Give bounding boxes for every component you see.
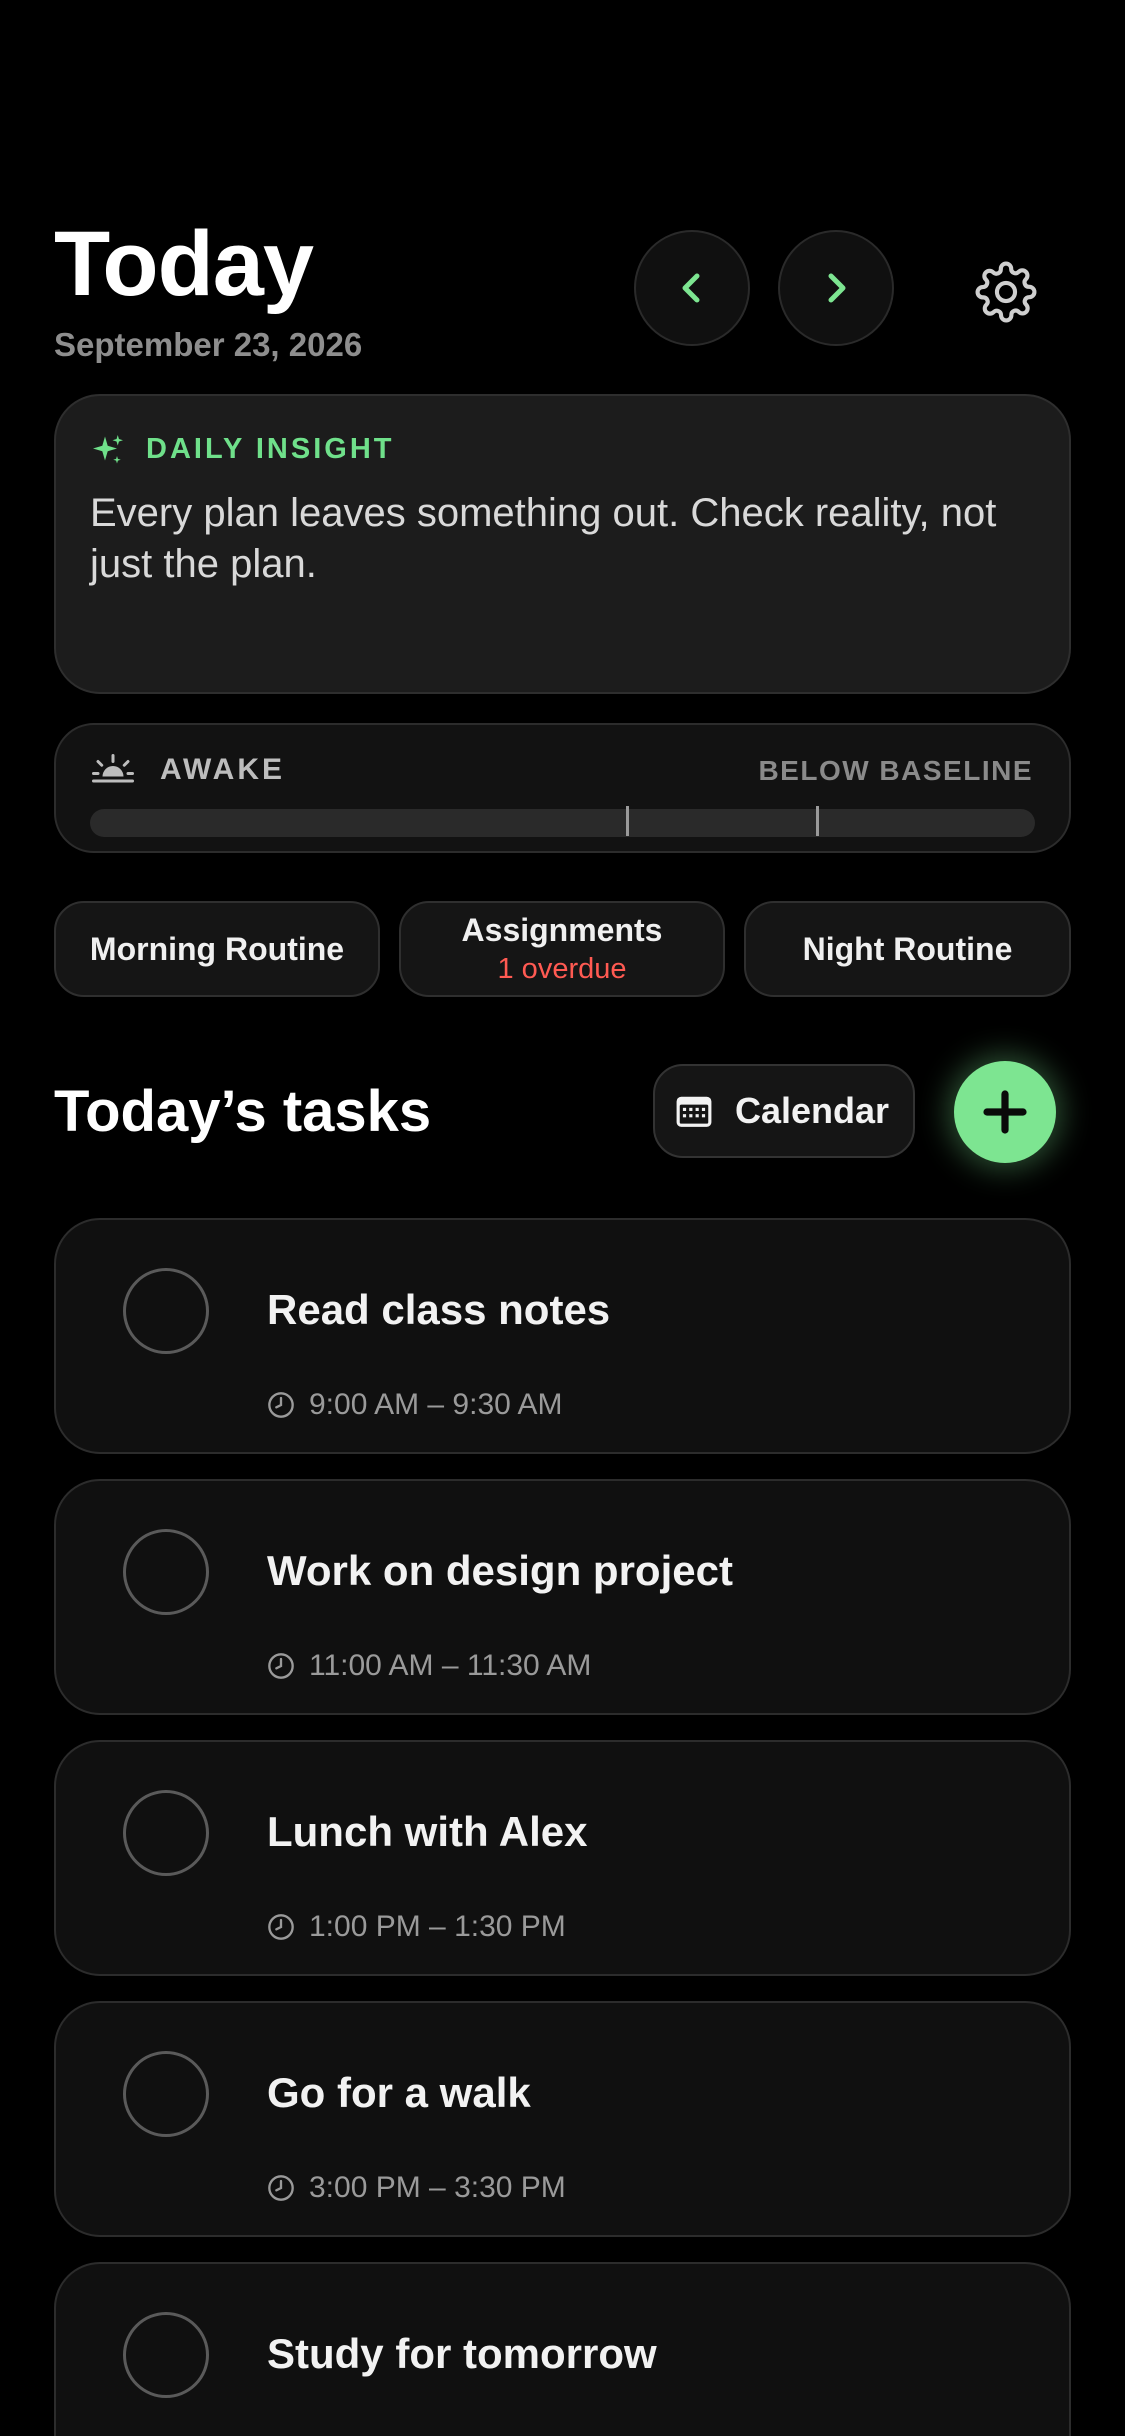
night-routine-chip[interactable]: Night Routine <box>744 901 1071 997</box>
target-marker <box>816 806 819 836</box>
morning-routine-chip[interactable]: Morning Routine <box>54 901 380 997</box>
task-title: Work on design project <box>267 1547 733 1594</box>
calendar-button[interactable]: Calendar <box>653 1064 915 1158</box>
task-time: 11:00 AM – 11:30 AM <box>267 1649 591 1683</box>
chip-label: Morning Routine <box>89 930 345 967</box>
task-title: Read class notes <box>267 1286 611 1333</box>
settings-button[interactable] <box>966 252 1046 332</box>
clock-icon <box>268 1914 294 1940</box>
page-date: September 23, 2026 <box>54 326 363 363</box>
task-card[interactable]: Read class notes 9:00 AM – 9:30 AM <box>54 1218 1071 1454</box>
baseline-marker <box>626 806 629 836</box>
task-title: Go for a walk <box>267 2069 531 2116</box>
task-time-label: 9:00 AM – 9:30 AM <box>309 1388 563 1421</box>
clock-icon <box>268 2175 294 2201</box>
previous-day-button[interactable] <box>634 230 750 346</box>
task-title: Study for tomorrow <box>267 2330 657 2377</box>
sparkle-icon <box>93 435 123 464</box>
task-card[interactable]: Lunch with Alex 1:00 PM – 1:30 PM <box>54 1740 1071 1976</box>
task-checkbox[interactable] <box>123 2312 209 2398</box>
task-time: 9:00 AM – 9:30 AM <box>267 1388 563 1422</box>
assignments-chip[interactable]: Assignments 1 overdue <box>399 901 725 997</box>
baseline-status: BELOW BASELINE <box>758 755 1033 786</box>
task-checkbox[interactable] <box>123 1790 209 1876</box>
task-checkbox[interactable] <box>123 2051 209 2137</box>
task-checkbox[interactable] <box>123 1529 209 1615</box>
task-card[interactable]: Work on design project 11:00 AM – 11:30 … <box>54 1479 1071 1715</box>
task-time-label: 1:00 PM – 1:30 PM <box>309 1910 566 1943</box>
task-time: 3:00 PM – 3:30 PM <box>267 2171 566 2205</box>
next-day-button[interactable] <box>778 230 894 346</box>
task-card[interactable]: Study for tomorrow <box>54 2262 1071 2436</box>
clock-icon <box>268 1392 294 1418</box>
sunrise-icon <box>92 754 134 783</box>
awake-progress-track <box>90 809 1035 837</box>
gear-icon <box>975 261 1037 323</box>
task-title: Lunch with Alex <box>267 1808 588 1855</box>
plus-icon <box>983 1090 1027 1134</box>
chevron-left-icon <box>682 273 700 303</box>
page-title: Today <box>54 213 314 315</box>
chevron-right-icon <box>828 273 846 303</box>
add-task-button[interactable] <box>954 1061 1056 1163</box>
task-card[interactable]: Go for a walk 3:00 PM – 3:30 PM <box>54 2001 1071 2237</box>
task-time: 1:00 PM – 1:30 PM <box>267 1910 566 1944</box>
calendar-icon <box>676 1096 712 1127</box>
daily-insight-text: Every plan leaves something out. Check r… <box>90 491 997 586</box>
daily-insight-label: DAILY INSIGHT <box>146 433 395 465</box>
chip-label: Night Routine <box>802 930 1013 967</box>
chip-label: Assignments <box>461 912 663 948</box>
task-time-label: 11:00 AM – 11:30 AM <box>309 1649 592 1682</box>
task-time-label: 3:00 PM – 3:30 PM <box>309 2171 566 2204</box>
task-checkbox[interactable] <box>123 1268 209 1354</box>
awake-label: AWAKE <box>160 753 286 786</box>
clock-icon <box>268 1653 294 1679</box>
calendar-label: Calendar <box>735 1090 890 1131</box>
tasks-section-title: Today’s tasks <box>54 1079 432 1144</box>
overdue-count: 1 overdue <box>497 953 627 985</box>
